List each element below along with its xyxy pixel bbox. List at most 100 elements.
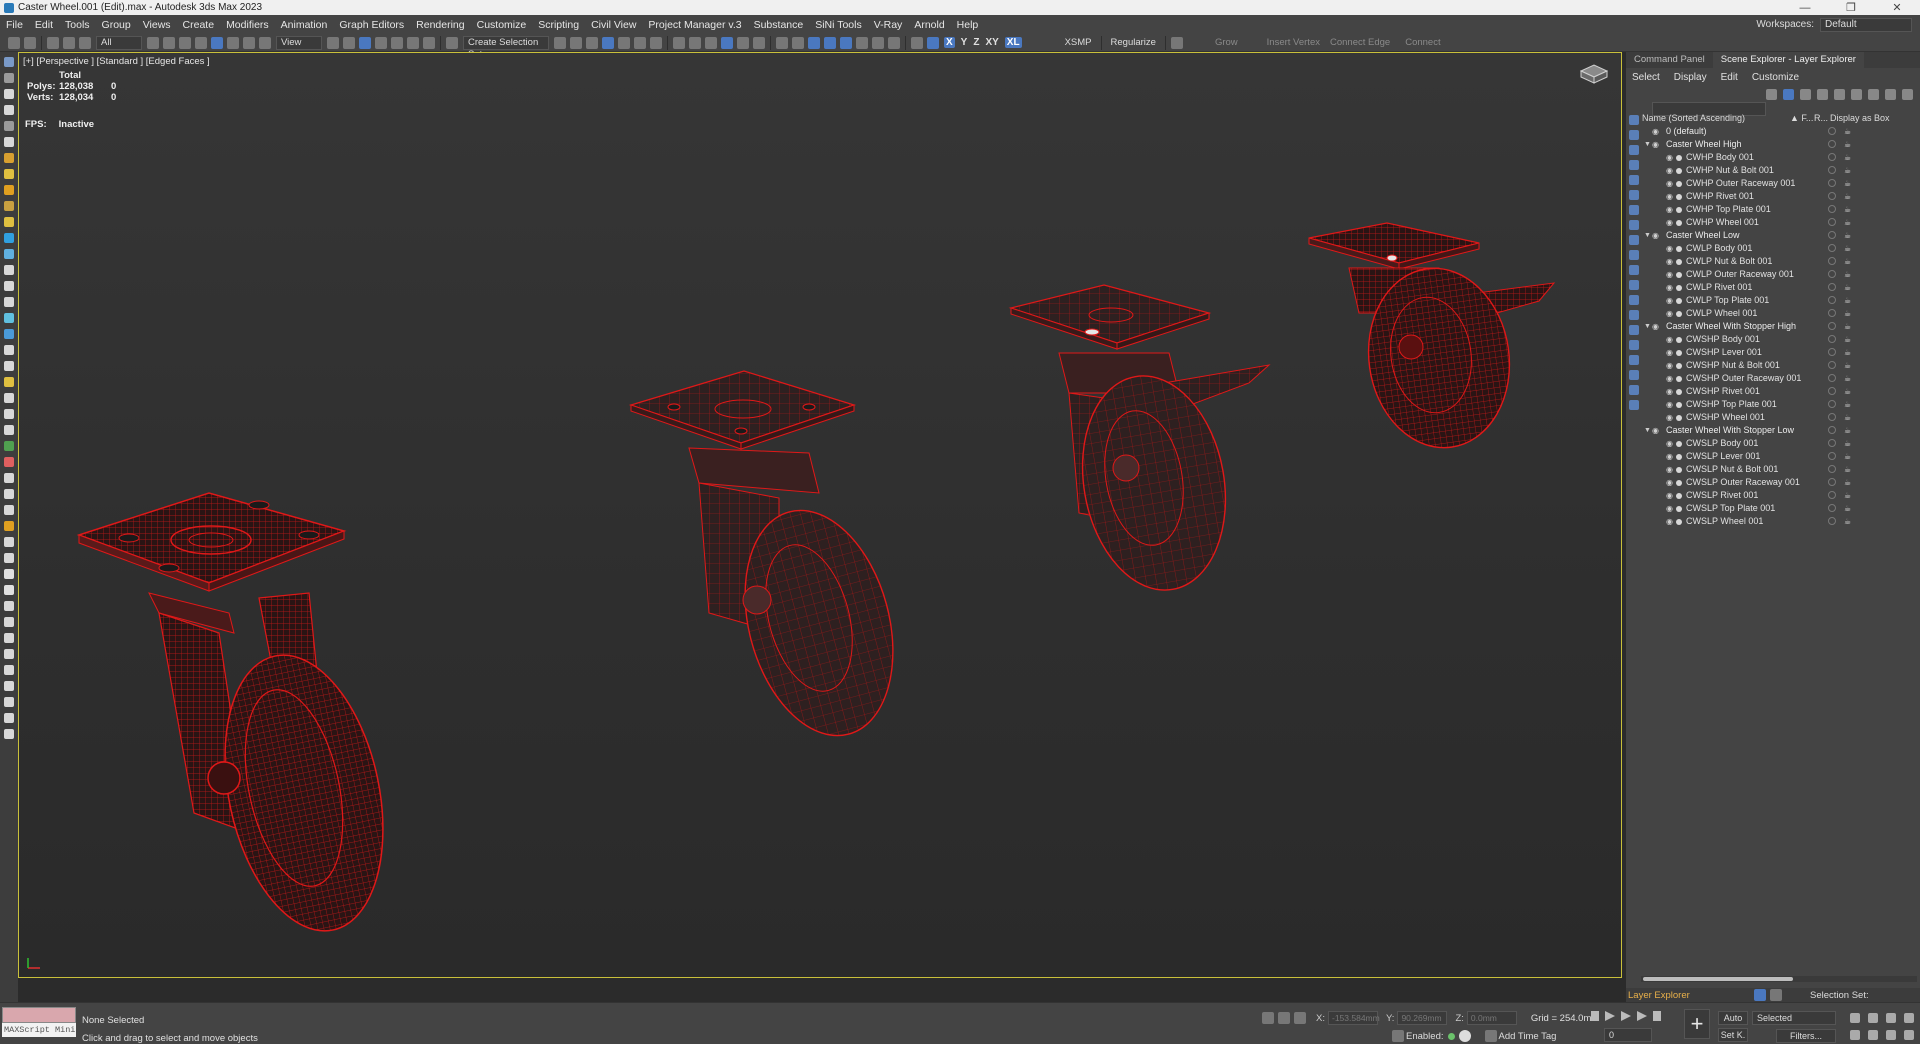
visibility-eye-icon[interactable]: ◉ [1666,463,1676,476]
explorer-filter-icon[interactable] [1629,250,1639,260]
explorer-filter-icon[interactable] [1629,370,1639,380]
select-object-icon[interactable] [147,36,159,49]
freeze-toggle-icon[interactable] [1828,153,1836,161]
hierarchy-icon[interactable] [1851,88,1862,100]
command-strip-icon[interactable] [4,425,14,435]
reference-coordinate-select[interactable]: View [276,35,322,50]
play-icon[interactable] [1621,1011,1631,1021]
command-strip-icon[interactable] [4,553,14,563]
caster-wheel-high[interactable] [76,492,406,946]
freeze-toggle-icon[interactable] [1828,426,1836,434]
column-render[interactable]: R... [1814,113,1830,125]
renderable-teapot-icon[interactable]: ☕ [1844,476,1851,489]
y-coordinate-field[interactable]: 90.269mm [1397,1011,1448,1025]
command-strip-icon[interactable] [4,649,14,659]
enabled-toggle[interactable] [1458,1030,1471,1042]
renderable-teapot-icon[interactable]: ☕ [1844,359,1851,372]
renderable-teapot-icon[interactable]: ☕ [1844,177,1851,190]
border-mode-icon[interactable] [808,36,820,49]
constraint-active-icon[interactable] [927,36,939,49]
expand-toggle-icon[interactable]: ▼ [1644,320,1652,333]
connect-edge-button[interactable]: Connect Edge [1330,37,1390,48]
renderable-teapot-icon[interactable]: ☕ [1844,346,1851,359]
maximize-viewport-icon[interactable] [1904,1030,1914,1040]
command-strip-icon[interactable] [4,329,14,339]
z-coordinate-field[interactable]: 0.0mm [1466,1011,1517,1025]
named-selection-set-select[interactable]: Create Selection Set [463,35,549,60]
explorer-sort-icon[interactable] [1770,989,1782,1001]
freeze-toggle-icon[interactable] [1828,387,1836,395]
add-to-layer-icon[interactable] [1834,88,1845,100]
freeze-toggle-icon[interactable] [1828,179,1836,187]
explorer-filter-icon[interactable] [1629,115,1639,125]
menu-v-ray[interactable]: V-Ray [868,19,909,31]
visibility-eye-icon[interactable]: ◉ [1666,359,1676,372]
axis-z-button[interactable]: Z [973,37,979,48]
lock-icon[interactable] [1800,88,1811,100]
edit-named-selection-icon[interactable] [446,36,458,49]
visibility-eye-icon[interactable]: ◉ [1666,346,1676,359]
command-strip-icon[interactable] [4,249,14,259]
grow-button[interactable]: Grow [1215,37,1238,48]
freeze-toggle-icon[interactable] [1828,309,1836,317]
field-of-view-icon[interactable] [1850,1030,1860,1040]
command-strip-icon[interactable] [4,457,14,467]
element-mode-icon[interactable] [840,36,852,49]
explorer-filter-icon[interactable] [1629,280,1639,290]
rectangular-selection-icon[interactable] [179,36,191,49]
collapse-icon[interactable] [1868,88,1879,100]
command-strip-icon[interactable] [4,521,14,531]
explorer-filter-icon[interactable] [1629,355,1639,365]
command-strip-icon[interactable] [4,713,14,723]
tree-object-row[interactable]: ◉ CWSLP Rivet 001 ☕ [1642,489,1920,502]
renderable-teapot-icon[interactable]: ☕ [1844,229,1851,242]
command-strip-icon[interactable] [4,265,14,275]
freeze-toggle-icon[interactable] [1828,413,1836,421]
visibility-eye-icon[interactable]: ◉ [1666,307,1676,320]
go-to-end-icon[interactable] [1653,1011,1661,1021]
tree-layer-row[interactable]: ▼ ◉ Caster Wheel With Stopper High ☕ [1642,320,1920,333]
explorer-filter-icon[interactable] [1629,130,1639,140]
freeze-toggle-icon[interactable] [1828,218,1836,226]
visibility-eye-icon[interactable]: ◉ [1652,229,1662,242]
freeze-toggle-icon[interactable] [1828,452,1836,460]
freeze-toggle-icon[interactable] [1828,257,1836,265]
axis-xy-button[interactable]: XY [985,37,998,48]
expand-toggle-icon[interactable]: ▼ [1644,138,1652,151]
explorer-filter-icon[interactable] [1629,385,1639,395]
command-strip-icon[interactable] [4,585,14,595]
command-strip-icon[interactable] [4,697,14,707]
menu-customize[interactable]: Customize [471,19,533,31]
menu-tools[interactable]: Tools [59,19,96,31]
renderable-teapot-icon[interactable]: ☕ [1844,164,1851,177]
absolute-mode-icon[interactable] [1294,1012,1306,1024]
tab-scene-explorer[interactable]: Scene Explorer - Layer Explorer [1712,52,1864,68]
visibility-eye-icon[interactable]: ◉ [1652,138,1662,151]
caster-wheel-low[interactable] [628,370,916,752]
renderable-teapot-icon[interactable]: ☕ [1844,502,1851,515]
auto-key-button[interactable]: Auto [1718,1011,1748,1025]
command-strip-icon[interactable] [4,281,14,291]
explorer-filter-icon[interactable] [1629,190,1639,200]
command-strip-icon[interactable] [4,57,14,67]
command-strip-icon[interactable] [4,601,14,611]
renderable-teapot-icon[interactable]: ☕ [1844,294,1851,307]
command-strip-icon[interactable] [4,89,14,99]
freeze-toggle-icon[interactable] [1828,491,1836,499]
menu-select[interactable]: Select [1632,72,1660,83]
explorer-filter-icon[interactable] [1629,145,1639,155]
tree-layer-row[interactable]: ▼ ◉ Caster Wheel High ☕ [1642,138,1920,151]
explorer-mode-icon[interactable] [1754,989,1766,1001]
selection-lock-icon[interactable] [1278,1012,1290,1024]
select-by-name-icon[interactable] [163,36,175,49]
select-manipulate-icon[interactable] [343,36,355,49]
isolate-selection-icon[interactable] [1262,1012,1274,1024]
toggle-layer-explorer-icon[interactable] [602,36,614,49]
renderable-teapot-icon[interactable]: ☕ [1844,398,1851,411]
visibility-eye-icon[interactable]: ◉ [1666,450,1676,463]
add-time-tag-button[interactable]: Add Time Tag [1499,1031,1557,1042]
freeze-toggle-icon[interactable] [1828,361,1836,369]
scrollbar-thumb[interactable] [1643,977,1793,981]
command-strip-icon[interactable] [4,441,14,451]
tree-object-row[interactable]: ◉ CWSHP Top Plate 001 ☕ [1642,398,1920,411]
